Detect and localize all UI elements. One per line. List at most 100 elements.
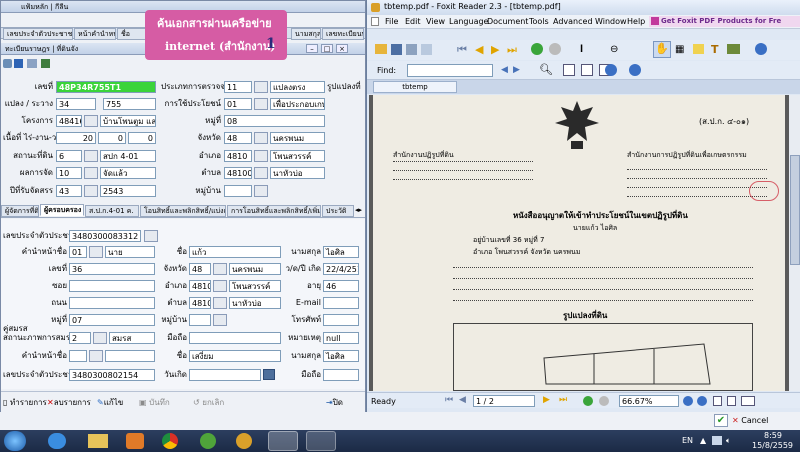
status-next-page-icon[interactable]: ▶ — [543, 395, 550, 405]
parcel-no-field[interactable]: 34 — [56, 98, 96, 110]
go-forward-icon[interactable] — [549, 43, 561, 55]
foxit-taskbar-icon[interactable] — [306, 431, 336, 451]
calendar-icon[interactable] — [263, 369, 275, 380]
allot-code[interactable]: 10 — [56, 167, 82, 179]
status-first-page-icon[interactable]: ⏮ — [445, 395, 453, 405]
id-field[interactable]: 3480300083312 — [69, 230, 141, 242]
parcel-sheet-field[interactable]: 755 — [103, 98, 156, 110]
menu-edit[interactable]: Edit — [405, 17, 421, 26]
marital-code[interactable]: 2 — [69, 332, 91, 344]
project-text[interactable]: บ้านโพนตูม และบ้านนา — [100, 115, 156, 127]
village-no-field[interactable]: 08 — [224, 115, 325, 127]
menu-advanced[interactable]: Advanced — [553, 17, 593, 26]
tab-transfer-add[interactable]: การโอนสิทธิ์และพลิกสิทธิ์/เพิ่มแปลง — [227, 205, 321, 217]
fit-page-icon[interactable] — [581, 64, 593, 76]
allot-lookup-button[interactable] — [84, 167, 98, 179]
landuse-lookup-button[interactable] — [254, 98, 268, 110]
status-back-icon[interactable] — [583, 396, 593, 406]
landuse-code[interactable]: 01 — [224, 98, 252, 110]
village-lookup-button[interactable] — [213, 314, 227, 326]
province-text[interactable]: นครพนม — [270, 132, 325, 144]
tray-arrow-icon[interactable]: ▲ — [700, 436, 706, 445]
province-check-code[interactable]: 11 — [224, 81, 252, 93]
actual-size-icon[interactable] — [563, 64, 575, 76]
ie-icon[interactable] — [48, 433, 66, 449]
save-file-icon[interactable] — [391, 44, 402, 55]
menu-help[interactable]: Help — [627, 17, 645, 26]
district-lookup-button[interactable] — [254, 150, 268, 162]
year-lookup-button[interactable] — [84, 185, 98, 197]
status-last-page-icon[interactable]: ⏭ — [559, 395, 567, 405]
menu-window[interactable]: Window — [595, 17, 627, 26]
menu-language[interactable]: Language — [449, 17, 488, 26]
village-code[interactable] — [189, 314, 211, 326]
district-code[interactable]: 4810 — [224, 150, 252, 162]
list-col-lastname[interactable]: นามสกุล — [291, 28, 321, 40]
comment-icon[interactable] — [693, 44, 704, 54]
cancel-record-button[interactable]: ↺ ยกเลิก — [193, 396, 224, 409]
road-field[interactable] — [69, 297, 155, 309]
prefix-code[interactable]: 01 — [69, 246, 87, 258]
chrome-icon[interactable] — [162, 433, 178, 449]
app-seal-icon[interactable] — [236, 433, 252, 449]
find-prev-icon[interactable]: ◀ — [501, 65, 508, 75]
prefix-text[interactable]: นาย — [105, 246, 155, 258]
print-icon[interactable] — [27, 59, 37, 68]
spouse-mobile-field[interactable] — [323, 369, 359, 381]
find-next-icon[interactable]: ▶ — [513, 65, 520, 75]
go-back-icon[interactable] — [531, 43, 543, 55]
spouse-prefix-lookup-button[interactable] — [89, 350, 103, 362]
edit-record-button[interactable]: ▯ ทำรายการ — [3, 396, 47, 409]
area-wa-field[interactable]: 0 — [128, 132, 156, 144]
dob-field[interactable]: 22/4/2513 — [323, 263, 359, 275]
amphoe-code[interactable]: 4810 — [189, 280, 211, 292]
snapshot-icon[interactable]: ▦ — [675, 44, 684, 55]
prefix-lookup-button[interactable] — [89, 246, 103, 258]
tambon-text[interactable]: นาหัวบ่อ — [229, 297, 281, 309]
spouse-id-field[interactable]: 3480300802154 — [69, 369, 155, 381]
ok-button[interactable]: ✔ — [714, 414, 728, 427]
tab-transfer-split[interactable]: โอนสิทธิ์และพลิกสิทธิ์/แบ่งแปลง — [140, 205, 226, 217]
project-lookup-button[interactable] — [84, 115, 98, 127]
list-col-house[interactable]: เลขทะเบียนบ้าน — [322, 28, 364, 40]
tabs-scroll-left-icon[interactable]: ◂▸ — [355, 206, 362, 214]
house-field[interactable]: 36 — [69, 263, 155, 275]
marital-text[interactable]: สมรส — [109, 332, 155, 344]
export-icon[interactable] — [41, 59, 50, 68]
menu-view[interactable]: View — [426, 17, 445, 26]
lastname-field[interactable]: ไอศิล — [323, 246, 359, 258]
amphoe-lookup-button[interactable] — [213, 280, 227, 292]
district-text[interactable]: โพนสวรรค์ — [270, 150, 325, 162]
id-lookup-button[interactable] — [144, 230, 158, 242]
cancel-button[interactable]: ✕ Cancel — [732, 414, 792, 427]
save-record-button[interactable]: ▣ บันทึก — [139, 396, 170, 409]
zoom-level[interactable]: 66.67% — [619, 395, 679, 407]
network-icon[interactable] — [712, 436, 722, 445]
marital-lookup-button[interactable] — [93, 332, 107, 344]
status-forward-icon[interactable] — [599, 396, 609, 406]
tab-history[interactable]: ประวัติ — [322, 205, 354, 217]
doc-no-field[interactable]: 48P34R755T1 — [56, 81, 156, 93]
continuous-page-icon[interactable] — [727, 396, 736, 406]
subdistrict-code[interactable]: 481002 — [224, 167, 252, 179]
tab-land-manager[interactable]: ผู้จัดการที่ดิน — [1, 205, 39, 217]
last-page-icon[interactable]: ⏭ — [507, 43, 517, 57]
find-input[interactable] — [407, 64, 493, 77]
language-indicator[interactable]: EN — [682, 436, 693, 445]
sub-window-maximize-button[interactable]: □ — [321, 44, 333, 53]
spouse-prefix-text[interactable] — [105, 350, 155, 362]
year-code[interactable]: 43 — [56, 185, 82, 197]
print-file-icon[interactable] — [406, 44, 417, 55]
next-page-icon[interactable]: ▶ — [491, 43, 499, 56]
list-col-id[interactable]: เลขประจำตัวประชาชน — [3, 28, 73, 40]
filter-icon[interactable] — [14, 59, 23, 68]
date-field[interactable] — [189, 369, 261, 381]
zoom-out-tool-icon[interactable]: ⊖ — [610, 44, 618, 55]
typewriter-icon[interactable]: T — [711, 43, 719, 56]
status-code[interactable]: 6 — [56, 150, 82, 162]
media-player-icon[interactable] — [126, 433, 144, 449]
moo-code[interactable] — [224, 185, 252, 197]
province-check-lookup-button[interactable] — [254, 81, 268, 93]
project-code[interactable]: 48416 — [56, 115, 82, 127]
options-icon[interactable] — [755, 43, 767, 55]
